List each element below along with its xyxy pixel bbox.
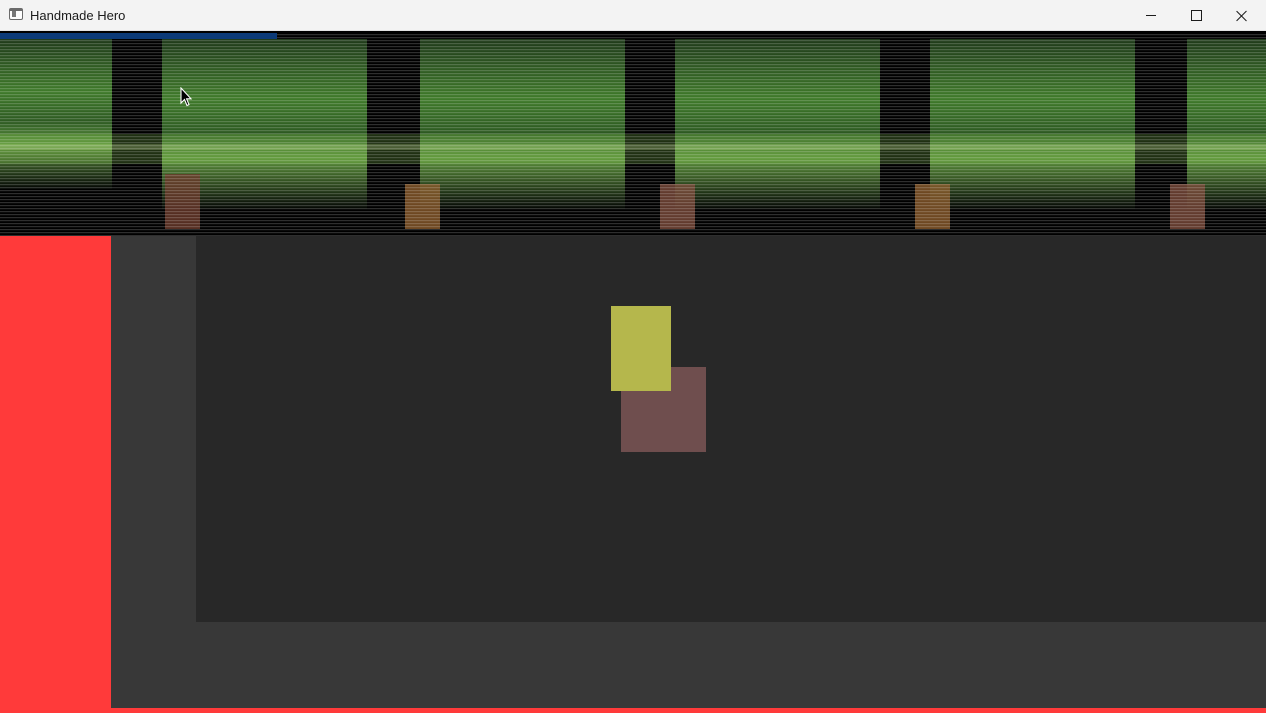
debug-bar (0, 33, 277, 39)
wall-left (0, 236, 111, 713)
window-title: Handmade Hero (30, 8, 126, 23)
window-app-icon (9, 8, 23, 20)
title-bar[interactable]: Handmade Hero (0, 0, 1266, 31)
game-viewport[interactable] (0, 31, 1266, 713)
maximize-icon (1190, 10, 1202, 21)
background-texture-strip (0, 34, 1266, 236)
maximize-button[interactable] (1173, 0, 1219, 31)
app-window: Handmade Hero (0, 0, 1266, 713)
player (611, 306, 671, 391)
close-button[interactable] (1219, 0, 1265, 31)
floor-region-inner (196, 236, 1266, 622)
mouse-cursor-icon (180, 87, 192, 107)
minimize-icon (1146, 15, 1156, 16)
close-icon (1236, 10, 1248, 22)
minimize-button[interactable] (1128, 0, 1174, 31)
wall-bottom (111, 708, 1266, 713)
